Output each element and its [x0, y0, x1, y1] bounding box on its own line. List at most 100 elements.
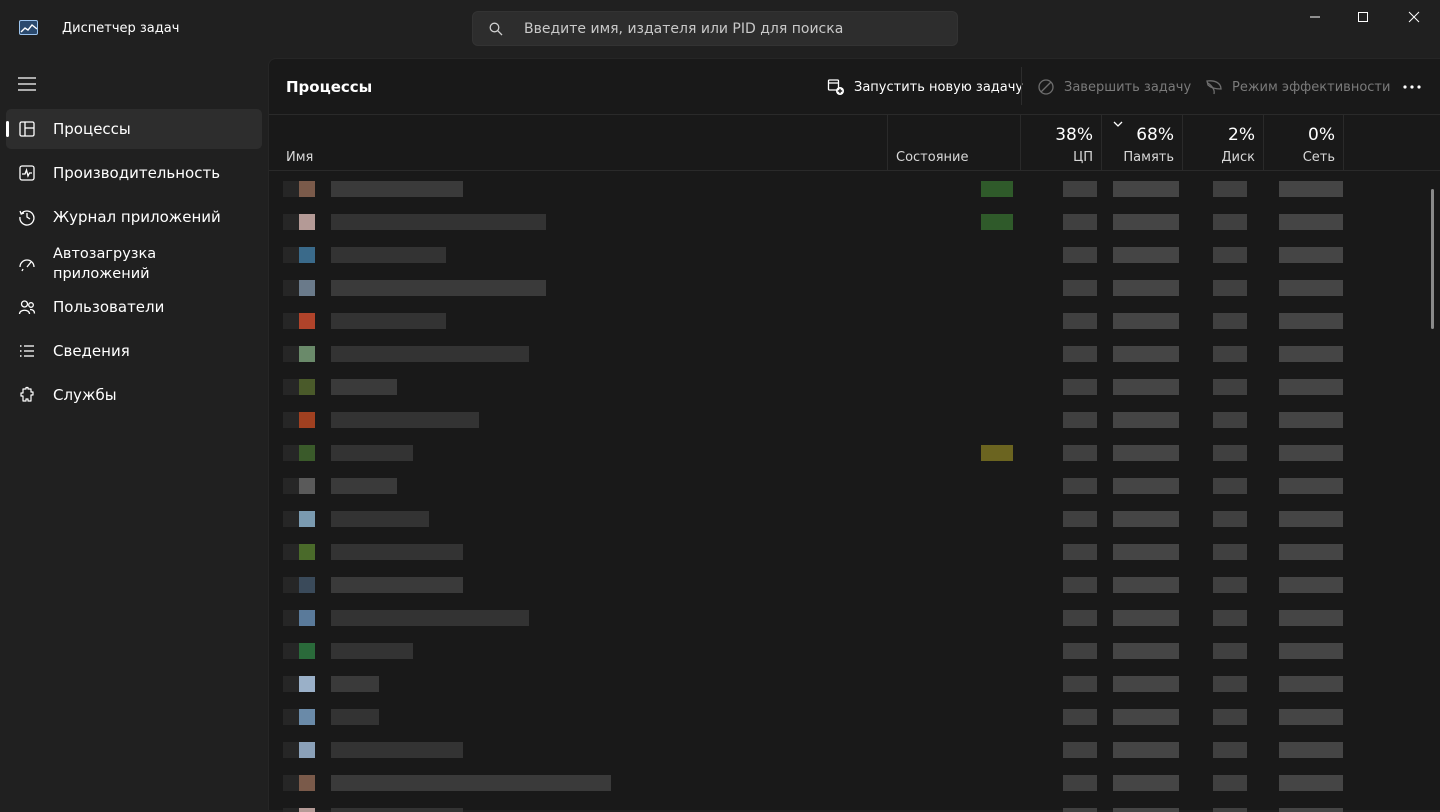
sidebar-item-startup-apps[interactable]: Автозагрузка приложений [6, 242, 262, 286]
hamburger-menu-icon[interactable] [17, 75, 37, 93]
obscured-block [331, 808, 463, 812]
obscured-block [1213, 577, 1247, 593]
obscured-block [331, 181, 463, 197]
obscured-block [299, 247, 315, 263]
column-disk[interactable]: 2% Диск [1182, 115, 1263, 171]
obscured-block [1113, 181, 1179, 197]
process-row[interactable] [269, 469, 1429, 502]
process-row[interactable] [269, 370, 1429, 403]
process-row[interactable] [269, 271, 1429, 304]
sidebar: Процессы Производительность Журнал прило… [0, 58, 268, 810]
column-disk-label: Диск [1221, 150, 1255, 165]
obscured-block [1063, 181, 1097, 197]
obscured-block [1113, 577, 1179, 593]
maximize-icon [1358, 12, 1368, 22]
obscured-block [1063, 577, 1097, 593]
obscured-block [1213, 412, 1247, 428]
obscured-block [1279, 676, 1343, 692]
process-row[interactable] [269, 535, 1429, 568]
obscured-block [1113, 280, 1179, 296]
process-row[interactable] [269, 766, 1429, 799]
end-task-button[interactable]: Завершить задачу [1037, 75, 1191, 99]
obscured-block [1063, 643, 1097, 659]
disk-total: 2% [1228, 125, 1255, 145]
obscured-block [1279, 379, 1343, 395]
obscured-block [331, 643, 413, 659]
sidebar-item-details[interactable]: Сведения [6, 331, 262, 371]
process-row[interactable] [269, 172, 1429, 205]
obscured-block [1213, 742, 1247, 758]
column-name[interactable]: Имя [269, 115, 887, 171]
obscured-block [1063, 445, 1097, 461]
process-row[interactable] [269, 337, 1429, 370]
run-new-task-button[interactable]: Запустить новую задачу [827, 75, 1023, 99]
obscured-block [1279, 742, 1343, 758]
obscured-block [1279, 214, 1343, 230]
column-memory-label: Память [1123, 150, 1174, 165]
sidebar-item-performance[interactable]: Производительность [6, 153, 262, 193]
obscured-block [1279, 511, 1343, 527]
toolbar-divider [1021, 67, 1022, 105]
obscured-block [331, 313, 446, 329]
process-row[interactable] [269, 568, 1429, 601]
efficiency-mode-button[interactable]: Режим эффективности [1205, 75, 1390, 99]
obscured-block [331, 280, 546, 296]
process-row[interactable] [269, 436, 1429, 469]
obscured-block [299, 511, 315, 527]
obscured-block [1113, 544, 1179, 560]
process-row[interactable] [269, 238, 1429, 271]
column-status[interactable]: Состояние [887, 115, 1020, 171]
obscured-block [331, 577, 463, 593]
column-network[interactable]: 0% Сеть [1263, 115, 1344, 171]
obscured-block [1063, 709, 1097, 725]
obscured-block [283, 709, 299, 725]
process-row[interactable] [269, 502, 1429, 535]
process-row[interactable] [269, 667, 1429, 700]
search-placeholder: Введите имя, издателя или PID для поиска [524, 21, 844, 37]
obscured-block [299, 775, 315, 791]
sidebar-item-users[interactable]: Пользователи [6, 287, 262, 327]
process-row[interactable] [269, 205, 1429, 238]
obscured-block [299, 544, 315, 560]
sidebar-item-label: Журнал приложений [53, 208, 221, 226]
minimize-icon [1310, 16, 1320, 18]
run-new-task-label: Запустить новую задачу [854, 79, 1024, 95]
efficiency-mode-label: Режим эффективности [1232, 79, 1391, 95]
obscured-block [283, 280, 299, 296]
process-row[interactable] [269, 304, 1429, 337]
process-row[interactable] [269, 634, 1429, 667]
cpu-total: 38% [1055, 125, 1093, 145]
obscured-block [1279, 544, 1343, 560]
obscured-block [283, 643, 299, 659]
leaf-icon [1206, 80, 1222, 95]
obscured-block [1279, 247, 1343, 263]
obscured-block [1279, 808, 1343, 812]
obscured-block [283, 676, 299, 692]
obscured-block [1063, 676, 1097, 692]
obscured-block [283, 544, 299, 560]
obscured-block [299, 808, 315, 812]
process-row[interactable] [269, 733, 1429, 766]
close-button[interactable] [1389, 0, 1439, 34]
process-row[interactable] [269, 601, 1429, 634]
obscured-block [283, 346, 299, 362]
column-cpu[interactable]: 38% ЦП [1020, 115, 1101, 171]
process-row[interactable] [269, 403, 1429, 436]
column-memory[interactable]: 68% Память [1101, 115, 1182, 171]
sidebar-item-services[interactable]: Службы [6, 375, 262, 415]
obscured-block [1113, 742, 1179, 758]
obscured-block [1213, 346, 1247, 362]
process-row[interactable] [269, 700, 1429, 733]
obscured-block [1063, 544, 1097, 560]
maximize-button[interactable] [1338, 0, 1388, 34]
main-panel: Процессы Запустить новую задачу Завершит… [268, 58, 1440, 812]
obscured-block [1063, 478, 1097, 494]
minimize-button[interactable] [1290, 0, 1340, 34]
process-row[interactable] [269, 799, 1429, 812]
sidebar-item-app-history[interactable]: Журнал приложений [6, 197, 262, 237]
search-input[interactable]: Введите имя, издателя или PID для поиска [472, 11, 958, 46]
sidebar-item-processes[interactable]: Процессы [6, 109, 262, 149]
scrollbar[interactable] [1431, 189, 1434, 329]
more-options-icon[interactable] [1395, 77, 1429, 97]
obscured-block [331, 610, 529, 626]
